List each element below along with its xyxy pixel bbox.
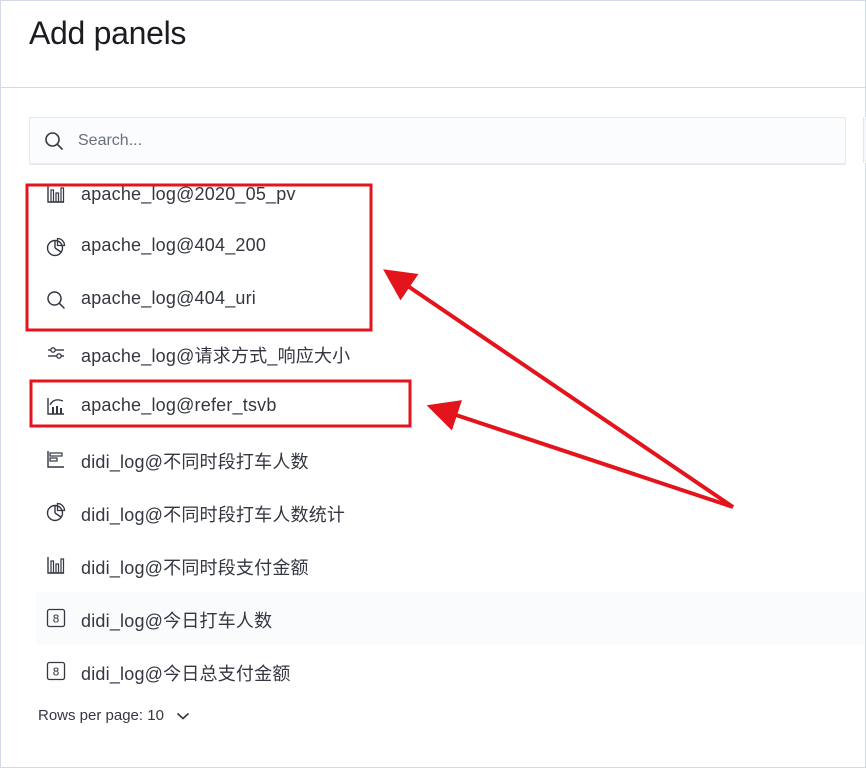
list-item-label: apache_log@请求方式_响应大小 <box>81 346 351 366</box>
search-input[interactable] <box>76 118 820 164</box>
list-item-label: apache_log@2020_05_pv <box>81 184 296 204</box>
list-item[interactable]: didi_log@不同时段打车人数统计 <box>36 486 864 539</box>
rows-per-page-label: Rows per page: 10 <box>38 707 164 724</box>
controls-icon <box>48 347 64 359</box>
list-item[interactable]: apache_log@2020_05_pv <box>36 168 864 221</box>
bar-chart-icon <box>47 186 65 203</box>
search-icon <box>45 132 63 150</box>
list-item[interactable]: apache_log@refer_tsvb <box>36 380 864 433</box>
list-item[interactable]: 8 didi_log@今日打车人数 <box>36 592 864 645</box>
pie-chart-icon <box>46 502 66 522</box>
saved-objects-list: apache_log@2020_05_pv apache_log@404_200… <box>36 168 864 698</box>
search-box[interactable] <box>29 117 846 165</box>
svg-text:8: 8 <box>53 613 60 626</box>
list-item[interactable]: apache_log@404_uri <box>36 274 864 327</box>
metric-icon: 8 <box>46 661 66 681</box>
bar-chart-icon <box>47 557 65 574</box>
metric-icon: 8 <box>46 608 66 628</box>
svg-text:8: 8 <box>53 666 60 679</box>
list-item[interactable]: didi_log@不同时段支付金额 <box>36 539 864 592</box>
pie-chart-icon <box>46 237 66 257</box>
list-item[interactable]: apache_log@404_200 <box>36 221 864 274</box>
search-icon <box>47 291 65 309</box>
page-title: Add panels <box>29 15 187 51</box>
chevron-down-icon <box>177 712 190 720</box>
list-item-label: didi_log@不同时段打车人数 <box>81 452 309 472</box>
horizontal-bar-icon <box>47 451 64 468</box>
flyout-header: Add panels <box>1 1 865 88</box>
rows-per-page-button[interactable]: Rows per page: 10 <box>38 707 190 724</box>
list-item-label: didi_log@不同时段支付金额 <box>81 558 309 578</box>
list-item-label: apache_log@refer_tsvb <box>81 395 277 415</box>
list-item-label: didi_log@今日打车人数 <box>81 611 273 631</box>
list-item-label: apache_log@404_uri <box>81 288 257 308</box>
list-item[interactable]: apache_log@请求方式_响应大小 <box>36 327 864 380</box>
tsvb-icon <box>47 398 64 415</box>
list-item-label: apache_log@404_200 <box>81 235 267 255</box>
list-item[interactable]: didi_log@不同时段打车人数 <box>36 433 864 486</box>
list-item[interactable]: 8 didi_log@今日总支付金额 <box>36 645 864 698</box>
list-item-label: didi_log@今日总支付金额 <box>81 664 291 684</box>
list-item-label: didi_log@不同时段打车人数统计 <box>81 505 346 525</box>
